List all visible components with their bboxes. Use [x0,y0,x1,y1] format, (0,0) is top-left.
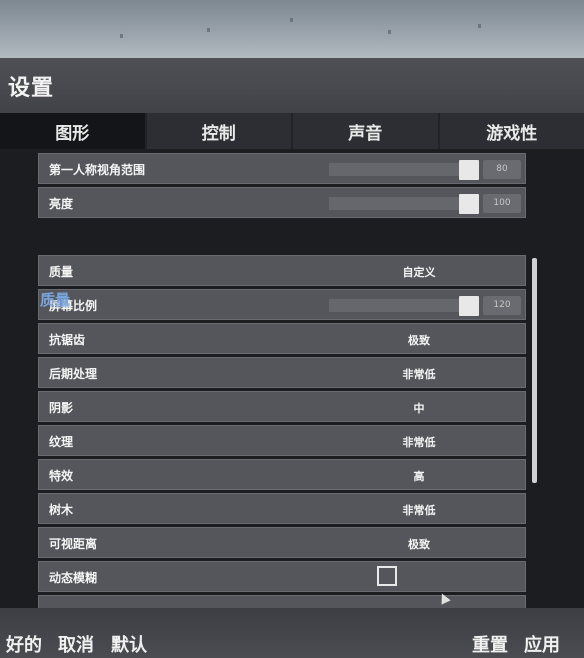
game-background [0,0,584,60]
setting-label: 特效 [49,469,74,483]
settings-content: 第一人称视角范围 80 亮度 100 质量 自定义 屏幕比例 120 抗锯齿 极… [0,149,584,608]
setting-label: 后期处理 [49,367,98,381]
default-button[interactable]: 默认 [111,631,147,657]
setting-value: 极致 [408,538,430,551]
background-speck [478,24,481,28]
setting-row-brightness: 亮度 100 [38,187,526,218]
setting-row-screen-scale: 屏幕比例 120 [38,289,526,320]
setting-label: 动态模糊 [49,571,98,585]
reset-button[interactable]: 重置 [472,631,508,657]
footer-bar: 好的 取消 默认 重置 应用 [0,608,584,658]
setting-value: 高 [413,470,425,483]
setting-row-partial [38,595,526,608]
background-speck [290,18,293,22]
page-title: 设置 [8,76,55,101]
fov-value-box[interactable]: 80 [483,160,521,179]
setting-row-shadows[interactable]: 阴影 中 [38,391,526,422]
setting-value: 自定义 [402,266,436,279]
tab-controls[interactable]: 控制 [144,113,291,149]
fov-slider-track[interactable] [329,163,479,176]
ok-button[interactable]: 好的 [6,631,42,657]
screen-scale-value-box[interactable]: 120 [483,296,521,315]
setting-value: 非常低 [402,504,436,517]
setting-row-foliage[interactable]: 树木 非常低 [38,493,526,524]
scrollbar[interactable] [532,258,537,483]
background-speck [388,30,391,34]
setting-row-post-processing[interactable]: 后期处理 非常低 [38,357,526,388]
setting-value: 中 [413,402,425,415]
tab-gameplay[interactable]: 游戏性 [437,113,584,149]
screen-scale-slider-thumb[interactable] [459,296,479,316]
brightness-slider-thumb[interactable] [459,194,479,214]
setting-label: 质量 [49,265,74,279]
setting-label: 亮度 [49,197,74,211]
setting-row-textures[interactable]: 纹理 非常低 [38,425,526,456]
setting-label: 可视距离 [49,537,98,551]
settings-panel: 设置 图形 控制 声音 游戏性 第一人称视角范围 80 亮度 100 质量 自定… [0,58,584,608]
fov-slider-thumb[interactable] [459,160,479,180]
setting-label: 第一人称视角范围 [49,163,146,177]
setting-row-view-distance[interactable]: 可视距离 极致 [38,527,526,558]
background-speck [207,28,210,32]
setting-row-effects[interactable]: 特效 高 [38,459,526,490]
setting-row-quality[interactable]: 质量 自定义 [38,255,526,286]
screen-scale-slider-track[interactable] [329,299,479,312]
setting-label: 抗锯齿 [49,333,86,347]
section-heading-quality: 质量 [40,291,71,309]
setting-row-motion-blur: 动态模糊 [38,561,526,592]
tab-sound[interactable]: 声音 [291,113,438,149]
setting-value: 极致 [408,334,430,347]
motion-blur-checkbox[interactable] [377,566,397,586]
brightness-value-box[interactable]: 100 [483,194,521,213]
apply-button[interactable]: 应用 [524,631,560,657]
setting-row-fov: 第一人称视角范围 80 [38,153,526,184]
setting-label: 树木 [49,503,74,517]
title-bar: 设置 [0,58,584,113]
setting-label: 纹理 [49,435,74,449]
cancel-button[interactable]: 取消 [58,631,94,657]
setting-value: 非常低 [402,368,436,381]
tab-graphics[interactable]: 图形 [0,113,145,149]
setting-row-anti-aliasing[interactable]: 抗锯齿 极致 [38,323,526,354]
tab-bar: 图形 控制 声音 游戏性 [0,113,584,149]
setting-label: 阴影 [49,401,74,415]
brightness-slider-track[interactable] [329,197,479,210]
background-speck [120,34,123,38]
setting-value: 非常低 [402,436,436,449]
